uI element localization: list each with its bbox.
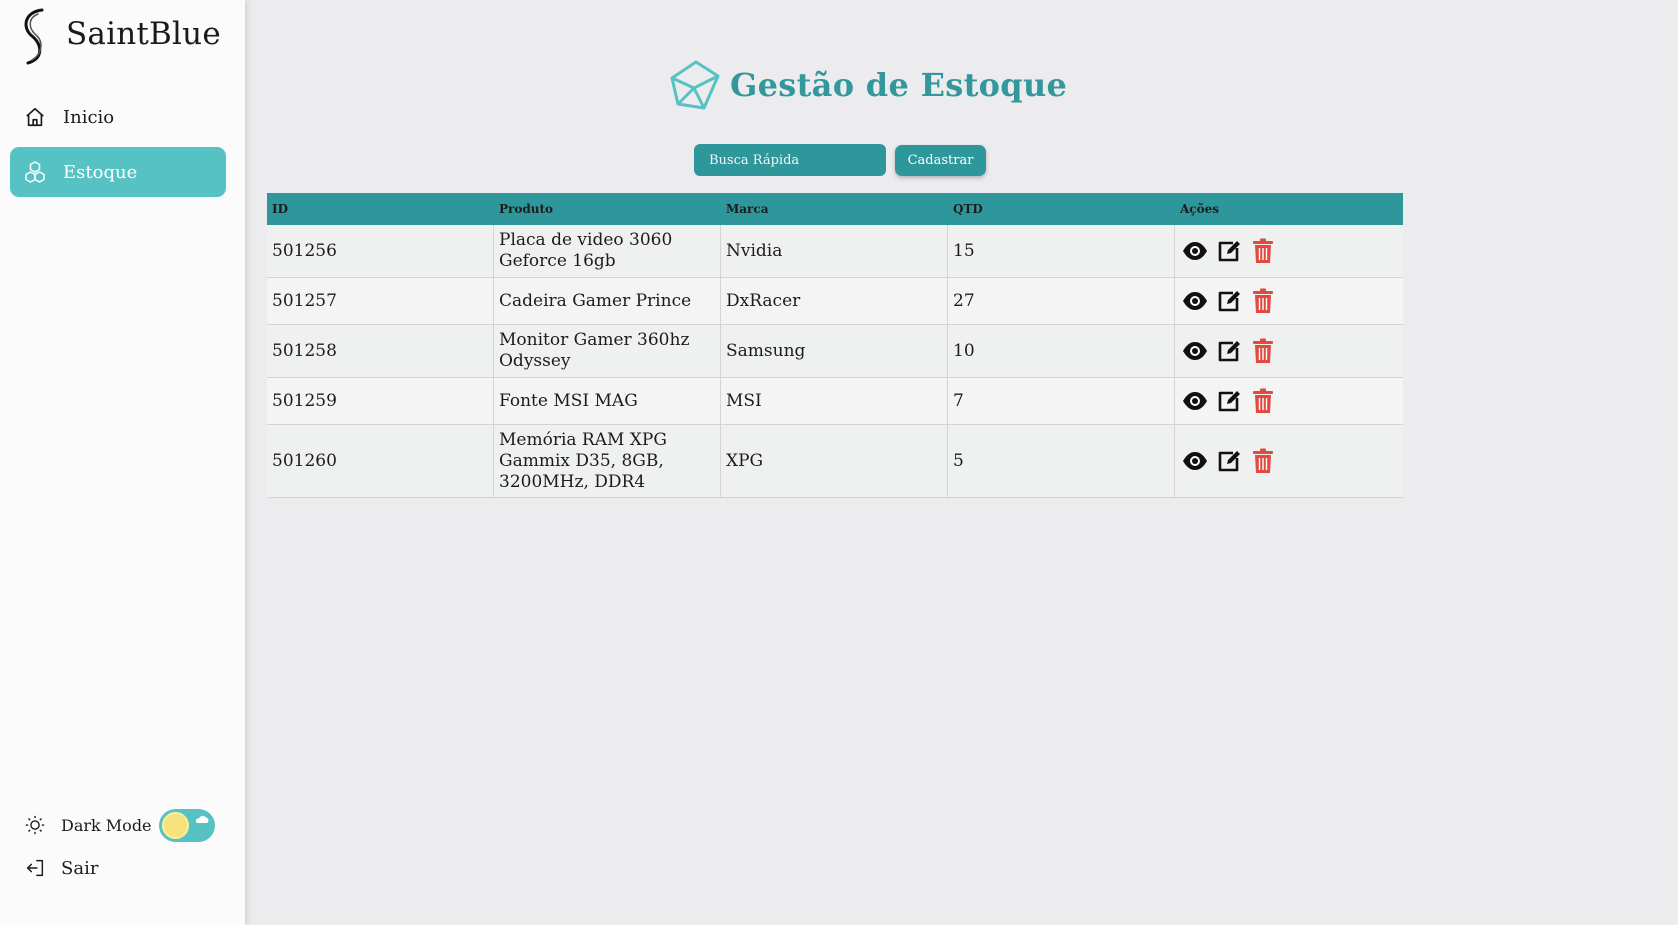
home-icon [23, 105, 47, 129]
logout-label: Sair [61, 857, 99, 879]
view-icon[interactable] [1181, 387, 1209, 415]
view-icon[interactable] [1181, 237, 1209, 265]
table-row: 501256 Placa de video 3060 Geforce 16gb Nv… [267, 225, 1403, 278]
sidebar: SaintBlue Inicio Estoque Dark Mode Sair [0, 0, 245, 925]
cell-qtd: 7 [948, 378, 1175, 424]
table-row: 501259 Fonte MSI MAG MSI 7 [267, 378, 1403, 425]
cell-qtd: 10 [948, 325, 1175, 377]
cell-marca: Nvidia [721, 225, 948, 277]
cell-actions [1175, 425, 1403, 497]
edit-icon[interactable] [1215, 337, 1243, 365]
cell-actions [1175, 325, 1403, 377]
page-header: Gestão de Estoque [664, 58, 1067, 112]
cell-id: 501257 [267, 278, 494, 324]
cell-produto: Cadeira Gamer Prince [494, 278, 721, 324]
column-header-acoes: Ações [1180, 202, 1220, 216]
delete-icon[interactable] [1249, 237, 1277, 265]
table-row: 501258 Monitor Gamer 360hz Odyssey Samsung… [267, 325, 1403, 378]
dark-mode-toggle[interactable] [159, 809, 215, 842]
edit-icon[interactable] [1215, 237, 1243, 265]
register-button[interactable]: Cadastrar [895, 145, 986, 176]
cell-id: 501259 [267, 378, 494, 424]
logout-button[interactable]: Sair [23, 856, 98, 880]
cell-produto: Monitor Gamer 360hz Odyssey [494, 325, 721, 377]
cell-id: 501258 [267, 325, 494, 377]
cell-produto: Memória RAM XPG Gammix D35, 8GB, 3200MHz… [494, 425, 721, 497]
cell-qtd: 27 [948, 278, 1175, 324]
table-body: 501256 Placa de video 3060 Geforce 16gb Nv… [267, 225, 1403, 498]
cell-actions [1175, 378, 1403, 424]
table-header: ID Produto Marca QTD Ações [267, 193, 1403, 225]
dark-mode-row: Dark Mode [23, 813, 152, 837]
column-header-id: ID [272, 202, 289, 216]
cell-marca: XPG [721, 425, 948, 497]
cell-produto: Fonte MSI MAG [494, 378, 721, 424]
cell-marca: MSI [721, 378, 948, 424]
column-header-qtd: QTD [953, 202, 983, 216]
sidebar-item-label: Estoque [63, 161, 138, 183]
cell-marca: Samsung [721, 325, 948, 377]
cell-qtd: 15 [948, 225, 1175, 277]
column-header-marca: Marca [726, 202, 769, 216]
page-title: Gestão de Estoque [730, 66, 1068, 104]
cell-id: 501260 [267, 425, 494, 497]
stock-table: ID Produto Marca QTD Ações 501256 Placa d… [267, 193, 1403, 498]
delete-icon[interactable] [1249, 447, 1277, 475]
cell-actions [1175, 225, 1403, 277]
view-icon[interactable] [1181, 337, 1209, 365]
delete-icon[interactable] [1249, 387, 1277, 415]
cloud-icon [195, 815, 209, 823]
brand-name: SaintBlue [66, 16, 221, 52]
column-header-produto: Produto [499, 202, 554, 216]
saintblue-logo-icon [24, 8, 44, 65]
table-row: 501257 Cadeira Gamer Prince DxRacer 27 [267, 278, 1403, 325]
table-row: 501260 Memória RAM XPG Gammix D35, 8GB, 3… [267, 425, 1403, 498]
cubes-icon [23, 160, 47, 184]
view-icon[interactable] [1181, 447, 1209, 475]
cell-marca: DxRacer [721, 278, 948, 324]
logout-icon [23, 856, 47, 880]
delete-icon[interactable] [1249, 287, 1277, 315]
cell-id: 501256 [267, 225, 494, 277]
sidebar-item-inicio[interactable]: Inicio [10, 92, 226, 142]
sidebar-item-label: Inicio [63, 106, 115, 128]
cube-icon [670, 60, 720, 110]
delete-icon[interactable] [1249, 337, 1277, 365]
edit-icon[interactable] [1215, 287, 1243, 315]
brand-logo[interactable]: SaintBlue [14, 6, 221, 66]
cell-qtd: 5 [948, 425, 1175, 497]
sun-icon [23, 813, 47, 837]
edit-icon[interactable] [1215, 447, 1243, 475]
search-input[interactable]: Busca Rápida [694, 144, 886, 176]
cell-actions [1175, 278, 1403, 324]
toggle-sun-knob [162, 812, 189, 839]
edit-icon[interactable] [1215, 387, 1243, 415]
view-icon[interactable] [1181, 287, 1209, 315]
dark-mode-label: Dark Mode [61, 815, 152, 835]
sidebar-item-estoque[interactable]: Estoque [10, 147, 226, 197]
cell-produto: Placa de video 3060 Geforce 16gb [494, 225, 721, 277]
